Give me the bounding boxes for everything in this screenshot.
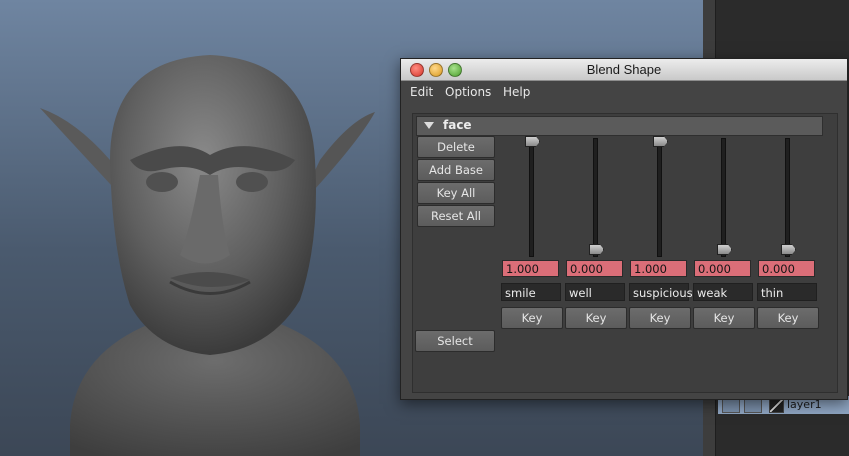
target-name-weak[interactable]: weak bbox=[693, 283, 753, 301]
slider-track[interactable] bbox=[785, 138, 790, 257]
slider-handle[interactable] bbox=[653, 136, 668, 147]
slider-handle[interactable] bbox=[589, 244, 604, 255]
reset-all-button[interactable]: Reset All bbox=[417, 205, 495, 227]
blendshape-node-name: face bbox=[443, 118, 472, 132]
target-name-thin[interactable]: thin bbox=[757, 283, 817, 301]
key-button-well[interactable]: Key bbox=[565, 307, 627, 329]
slider-track[interactable] bbox=[593, 138, 598, 257]
menu-options[interactable]: Options bbox=[445, 85, 491, 99]
blendshape-panel: face Delete Add Base Key All Reset All S… bbox=[412, 113, 838, 393]
menu-edit[interactable]: Edit bbox=[410, 85, 433, 99]
blend-shape-window: Blend Shape Edit Options Help face Delet… bbox=[400, 58, 848, 400]
window-title: Blend Shape bbox=[586, 62, 662, 77]
menu-bar: Edit Options Help bbox=[401, 81, 847, 103]
viewport-head-model[interactable] bbox=[30, 50, 400, 456]
slider-track[interactable] bbox=[721, 138, 726, 257]
select-button[interactable]: Select bbox=[415, 330, 495, 352]
layer-playback-toggle[interactable] bbox=[744, 398, 762, 413]
weight-field-well[interactable]: 0.000 bbox=[566, 260, 623, 277]
slider-handle[interactable] bbox=[781, 244, 796, 255]
target-name-well[interactable]: well bbox=[565, 283, 625, 301]
add-base-button[interactable]: Add Base bbox=[417, 159, 495, 181]
title-bar[interactable]: Blend Shape bbox=[401, 59, 847, 81]
key-button-smile[interactable]: Key bbox=[501, 307, 563, 329]
weight-field-weak[interactable]: 0.000 bbox=[694, 260, 751, 277]
delete-button[interactable]: Delete bbox=[417, 136, 495, 158]
key-button-weak[interactable]: Key bbox=[693, 307, 755, 329]
key-button-thin[interactable]: Key bbox=[757, 307, 819, 329]
slider-track[interactable] bbox=[657, 138, 662, 257]
target-name-smile[interactable]: smile bbox=[501, 283, 561, 301]
target-sliders: 1.000 smile Key 0.000 well Key 1.000 sus… bbox=[501, 136, 823, 358]
layer-visibility-toggle[interactable] bbox=[722, 398, 740, 413]
weight-field-suspicious[interactable]: 1.000 bbox=[630, 260, 687, 277]
blendshape-node-header[interactable]: face bbox=[416, 116, 823, 136]
menu-help[interactable]: Help bbox=[503, 85, 530, 99]
slider-track[interactable] bbox=[529, 138, 534, 257]
slider-handle[interactable] bbox=[525, 136, 540, 147]
slider-handle[interactable] bbox=[717, 244, 732, 255]
key-button-suspicious[interactable]: Key bbox=[629, 307, 691, 329]
collapse-triangle-icon[interactable] bbox=[424, 122, 434, 129]
weight-field-smile[interactable]: 1.000 bbox=[502, 260, 559, 277]
layer-color-icon[interactable] bbox=[769, 398, 784, 413]
key-all-button[interactable]: Key All bbox=[417, 182, 495, 204]
target-name-suspicious[interactable]: suspicious bbox=[629, 283, 693, 301]
weight-field-thin[interactable]: 0.000 bbox=[758, 260, 815, 277]
